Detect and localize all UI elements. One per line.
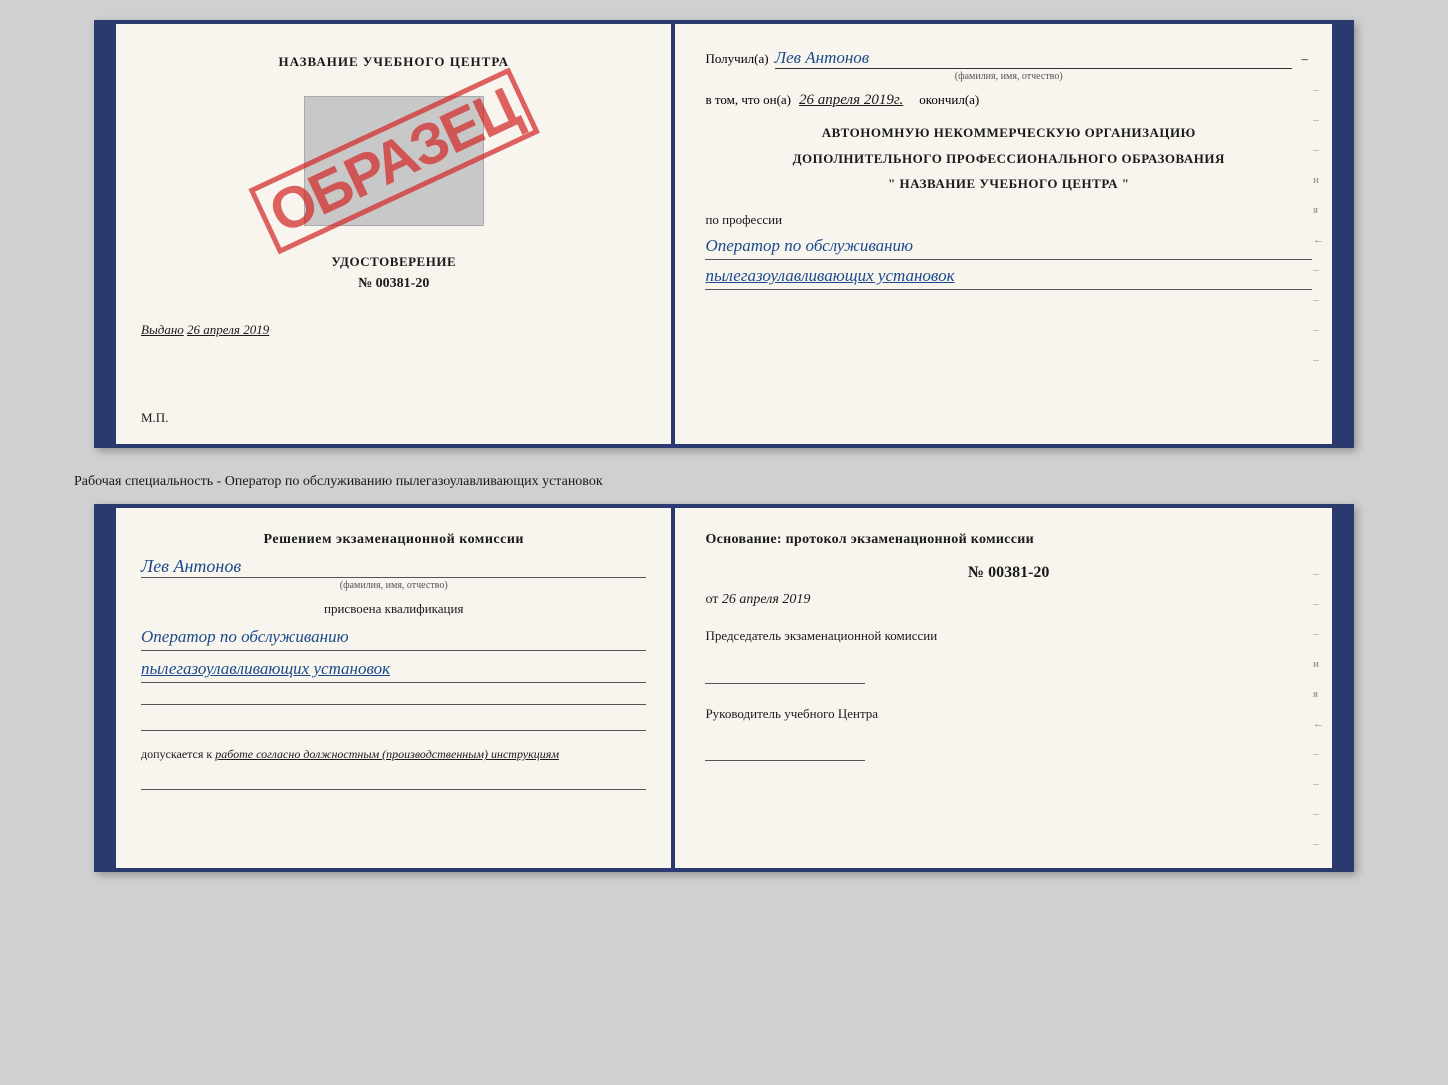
rukovoditel-sig-line — [705, 743, 865, 761]
stamp-container: ОБРАЗЕЦ — [294, 86, 494, 236]
org-block: АВТОНОМНУЮ НЕКОММЕРЧЕСКУЮ ОРГАНИЗАЦИЮ ДО… — [705, 123, 1312, 200]
book-spine-right-top — [1332, 24, 1350, 444]
book-spine-left-bottom — [98, 508, 116, 868]
blank-line-1 — [141, 683, 646, 705]
profession-line1-bottom: Оператор по обслуживанию — [141, 623, 646, 651]
doc-issued: Выдано 26 апреля 2019 — [141, 322, 269, 338]
issued-label: Выдано — [141, 322, 184, 337]
page-left-top: НАЗВАНИЕ УЧЕБНОГО ЦЕНТРА ОБРАЗЕЦ УДОСТОВ… — [116, 24, 675, 444]
certificate-book-top: НАЗВАНИЕ УЧЕБНОГО ЦЕНТРА ОБРАЗЕЦ УДОСТОВ… — [94, 20, 1354, 448]
okonchil-label: окончил(а) — [919, 92, 979, 108]
poluchil-row: Получил(а) Лев Антонов – — [705, 48, 1312, 69]
dopusk-label: допускается к — [141, 747, 212, 761]
doc-header-top: НАЗВАНИЕ УЧЕБНОГО ЦЕНТРА — [278, 54, 509, 70]
vtom-date: 26 апреля 2019г. — [799, 92, 903, 109]
fio-label-bottom: (фамилия, имя, отчество) — [141, 580, 646, 591]
ot-label: от — [705, 592, 718, 607]
page-right-bottom: Основание: протокол экзаменационной коми… — [675, 508, 1332, 868]
doc-number: № 00381-20 — [358, 276, 429, 292]
prisvoena-label: присвоена квалификация — [141, 601, 646, 617]
blank-line-2 — [141, 709, 646, 731]
profession-line1-top: Оператор по обслуживанию — [705, 232, 1312, 260]
page-right-top: Получил(а) Лев Антонов – (фамилия, имя, … — [675, 24, 1332, 444]
document-container: НАЗВАНИЕ УЧЕБНОГО ЦЕНТРА ОБРАЗЕЦ УДОСТОВ… — [74, 20, 1374, 872]
predsedatel-label: Председатель экзаменационной комиссии — [705, 626, 1312, 646]
poluchil-label: Получил(а) — [705, 51, 768, 67]
rukovoditel-label: Руководитель учебного Центра — [705, 704, 1312, 724]
org-line2: ДОПОЛНИТЕЛЬНОГО ПРОФЕССИОНАЛЬНОГО ОБРАЗО… — [705, 149, 1312, 169]
certificate-book-bottom: Решением экзаменационной комиссии Лев Ан… — [94, 504, 1354, 872]
ot-date: 26 апреля 2019 — [722, 592, 810, 607]
side-marks-bottom: – – – и я ← – – – – — [1313, 568, 1324, 850]
commission-name: Лев Антонов — [141, 556, 646, 578]
profession-line2-bottom: пылегазоулавливающих установок — [141, 655, 646, 683]
protocol-date: от 26 апреля 2019 — [705, 592, 1312, 608]
issued-date: 26 апреля 2019 — [187, 322, 269, 337]
book-spine-left-top — [98, 24, 116, 444]
po-professii: по профессии — [705, 212, 1312, 228]
dopusk-text: допускается к работе согласно должностны… — [141, 747, 646, 762]
doc-title: УДОСТОВЕРЕНИЕ — [331, 254, 456, 270]
poluchil-name: Лев Антонов — [775, 48, 1292, 69]
predsedatel-sig-line — [705, 666, 865, 684]
book-spine-right-bottom — [1332, 508, 1350, 868]
separator-text: Рабочая специальность - Оператор по обсл… — [74, 474, 603, 490]
profession-line2-top: пылегазоулавливающих установок — [705, 262, 1312, 290]
commission-text: Решением экзаменационной комиссии — [141, 532, 646, 548]
stamp-gray-box — [304, 96, 484, 226]
profession-section: по профессии Оператор по обслуживанию пы… — [705, 212, 1312, 290]
vtom-label: в том, что он(а) — [705, 92, 791, 108]
page-left-bottom: Решением экзаменационной комиссии Лев Ан… — [116, 508, 675, 868]
rukovoditel-block: Руководитель учебного Центра — [705, 704, 1312, 766]
vtom-row: в том, что он(а) 26 апреля 2019г. окончи… — [705, 92, 1312, 109]
blank-line-3 — [141, 768, 646, 790]
org-line1: АВТОНОМНУЮ НЕКОММЕРЧЕСКУЮ ОРГАНИЗАЦИЮ — [705, 123, 1312, 143]
predsedatel-block: Председатель экзаменационной комиссии — [705, 626, 1312, 688]
osnovanie-label: Основание: протокол экзаменационной коми… — [705, 532, 1312, 548]
mp-line: М.П. — [141, 410, 168, 426]
protocol-number: № 00381-20 — [705, 564, 1312, 582]
org-line3: " НАЗВАНИЕ УЧЕБНОГО ЦЕНТРА " — [705, 174, 1312, 194]
dopusk-italic: работе согласно должностным (производств… — [215, 747, 559, 761]
poluchil-section: Получил(а) Лев Антонов – (фамилия, имя, … — [705, 48, 1312, 82]
side-marks-top: – – – и я ← – – – – — [1313, 84, 1324, 366]
fio-label-top: (фамилия, имя, отчество) — [705, 71, 1312, 82]
